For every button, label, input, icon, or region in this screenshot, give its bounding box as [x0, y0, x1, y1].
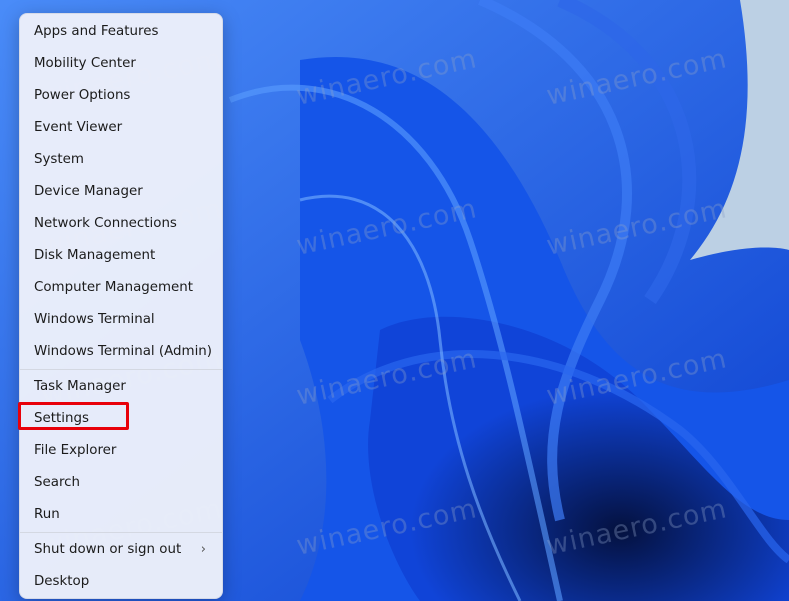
- menu-item-computer-management[interactable]: Computer Management: [24, 274, 218, 302]
- menu-item-label: File Explorer: [34, 443, 117, 458]
- winx-context-menu: Apps and Features Mobility Center Power …: [19, 13, 223, 599]
- menu-item-shut-down-or-sign-out[interactable]: Shut down or sign out ›: [24, 536, 218, 564]
- menu-item-label: Computer Management: [34, 280, 194, 295]
- menu-item-network-connections[interactable]: Network Connections: [24, 210, 218, 238]
- menu-item-label: Task Manager: [34, 379, 126, 394]
- menu-item-run[interactable]: Run: [24, 501, 218, 529]
- settings-highlight-box: [18, 402, 129, 430]
- menu-item-label: Network Connections: [34, 216, 177, 231]
- menu-item-desktop[interactable]: Desktop: [24, 568, 218, 596]
- menu-separator: [20, 532, 222, 533]
- menu-item-label: Search: [34, 475, 81, 490]
- menu-item-system[interactable]: System: [24, 146, 218, 174]
- menu-separator: [20, 369, 222, 370]
- menu-item-label: Device Manager: [34, 184, 143, 199]
- menu-item-label: Event Viewer: [34, 120, 123, 135]
- menu-item-search[interactable]: Search: [24, 469, 218, 497]
- menu-item-label: Windows Terminal (Admin): [34, 344, 212, 359]
- menu-item-task-manager[interactable]: Task Manager: [24, 373, 218, 401]
- menu-item-windows-terminal[interactable]: Windows Terminal: [24, 306, 218, 334]
- menu-item-label: Apps and Features: [34, 24, 159, 39]
- menu-item-mobility-center[interactable]: Mobility Center: [24, 50, 218, 78]
- menu-item-label: Shut down or sign out: [34, 542, 182, 557]
- menu-item-disk-management[interactable]: Disk Management: [24, 242, 218, 270]
- chevron-right-icon: ›: [200, 542, 206, 557]
- menu-item-label: Run: [34, 507, 60, 522]
- menu-item-power-options[interactable]: Power Options: [24, 82, 218, 110]
- menu-item-label: Desktop: [34, 574, 90, 589]
- menu-item-label: System: [34, 152, 84, 167]
- menu-item-file-explorer[interactable]: File Explorer: [24, 437, 218, 465]
- menu-item-label: Windows Terminal: [34, 312, 155, 327]
- menu-item-label: Disk Management: [34, 248, 156, 263]
- menu-item-device-manager[interactable]: Device Manager: [24, 178, 218, 206]
- menu-item-event-viewer[interactable]: Event Viewer: [24, 114, 218, 142]
- menu-item-label: Mobility Center: [34, 56, 136, 71]
- menu-item-apps-and-features[interactable]: Apps and Features: [24, 18, 218, 46]
- menu-item-windows-terminal-admin[interactable]: Windows Terminal (Admin): [24, 338, 218, 366]
- menu-item-label: Power Options: [34, 88, 131, 103]
